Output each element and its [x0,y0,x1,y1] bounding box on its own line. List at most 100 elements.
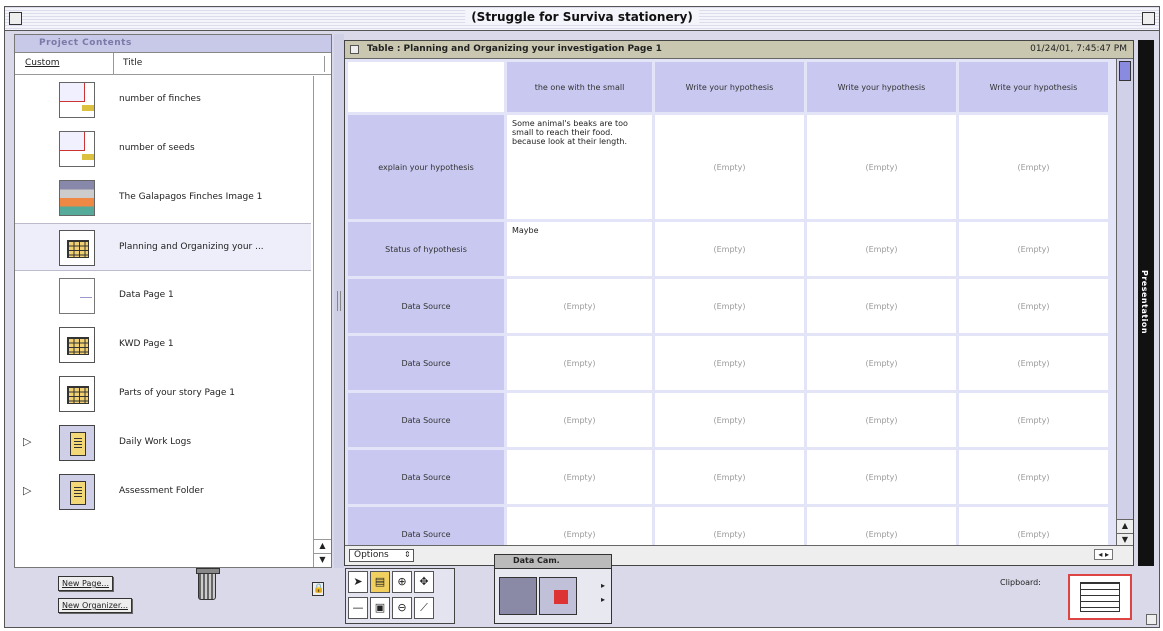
table-cell[interactable]: (Empty) [807,222,956,276]
list-item[interactable]: Parts of your story Page 1 [15,370,311,418]
options-popup[interactable]: Options ⇕ [349,549,414,562]
table-cell[interactable]: (Empty) [507,336,652,390]
new-organizer-button[interactable]: New Organizer... [58,598,133,613]
column-divider [324,56,325,72]
row-header-cell[interactable]: explain your hypothesis [348,115,504,219]
close-box-icon[interactable] [9,12,22,25]
table-cell[interactable]: (Empty) [655,507,804,547]
column-divider [113,53,114,75]
table-cell[interactable]: (Empty) [507,507,652,547]
list-item[interactable]: Data Page 1 [15,272,311,320]
column-header-cell[interactable]: the one with the small [507,62,652,112]
item-label: Daily Work Logs [119,437,192,447]
zoom-out-tool-icon[interactable]: ⊖ [392,597,412,619]
table-cell[interactable]: (Empty) [807,393,956,447]
table-corner-cell [348,62,504,112]
table-cell[interactable]: (Empty) [655,279,804,333]
scroll-down-arrow-icon[interactable]: ▼ [314,553,331,567]
column-header-cell[interactable]: Write your hypothesis [959,62,1108,112]
zoom-box-icon[interactable] [1142,12,1155,25]
list-item[interactable]: number of finches [15,76,311,124]
line-tool-icon[interactable]: — [348,597,368,619]
table-cell[interactable]: (Empty) [507,450,652,504]
title-column-header[interactable]: Title [123,58,142,68]
item-label: Data Page 1 [119,290,174,300]
data-cam-title: Data Cam. [495,555,611,569]
pane-splitter[interactable] [334,34,344,568]
table-cell[interactable]: (Empty) [655,336,804,390]
list-item[interactable]: The Galapagos Finches Image 1 [15,174,311,222]
list-item-selected[interactable]: Planning and Organizing your ... [15,223,311,271]
arrow-pointer-icon[interactable]: ➤ [348,571,368,593]
table-cell[interactable]: (Empty) [807,336,956,390]
table-vertical-scrollbar[interactable]: ▲ ▼ [1116,59,1133,547]
scroll-thumb[interactable] [1119,61,1131,81]
table-cell[interactable]: (Empty) [959,279,1108,333]
table-cell[interactable]: (Empty) [655,450,804,504]
presentation-tab[interactable]: Presentation [1138,40,1154,566]
resize-grip-icon[interactable] [1146,614,1157,625]
row-header-cell[interactable]: Data Source [348,393,504,447]
table-cell[interactable]: (Empty) [959,222,1108,276]
table-cell[interactable]: (Empty) [655,115,804,219]
folder-icon [59,474,95,510]
table-icon [59,376,95,412]
list-item[interactable]: ▷ Assessment Folder [15,468,311,516]
table-cell[interactable]: (Empty) [959,336,1108,390]
move-tool-icon[interactable]: ✥ [414,571,434,593]
item-label: number of finches [119,94,201,104]
folder-icon [59,425,95,461]
row-header-cell[interactable]: Data Source [348,336,504,390]
table-cell[interactable]: (Empty) [807,115,956,219]
disclosure-triangle-icon[interactable]: ▷ [23,484,31,497]
zoom-tool-icon[interactable]: ⊕ [392,571,412,593]
table-cell[interactable]: (Empty) [959,450,1108,504]
row-header-cell[interactable]: Data Source [348,450,504,504]
table-timestamp: 01/24/01, 7:45:47 PM [1030,44,1127,54]
table-cell[interactable]: (Empty) [807,279,956,333]
camera-tool-icon[interactable]: ▣ [370,597,390,619]
palette-arrows-icon[interactable]: ▸ ▸ [601,579,605,607]
options-label: Options [354,550,389,560]
disclosure-triangle-icon[interactable]: ▷ [23,435,31,448]
note-tool-icon[interactable]: ▤ [370,571,390,593]
table-cell[interactable]: Some animal's beaks are too small to rea… [507,115,652,219]
table-pane: Table : Planning and Organizing your inv… [344,40,1134,566]
scroll-up-arrow-icon[interactable]: ▲ [314,539,331,553]
table-cell[interactable]: (Empty) [807,507,956,547]
new-page-button[interactable]: New Page... [58,576,113,591]
table-icon [59,230,95,266]
row-header-cell[interactable]: Data Source [348,279,504,333]
scroll-up-arrow-icon[interactable]: ▲ [1117,519,1133,533]
project-contents-header: Project Contents [15,35,331,53]
table-cell[interactable]: (Empty) [655,393,804,447]
sort-custom-header[interactable]: Custom [25,58,59,68]
graph-tool-icon[interactable]: ⟋ [414,597,434,619]
column-header-cell[interactable]: Write your hypothesis [655,62,804,112]
table-cell[interactable]: (Empty) [807,450,956,504]
list-item[interactable]: ▷ Daily Work Logs [15,419,311,467]
list-item[interactable]: KWD Page 1 [15,321,311,369]
table-cell[interactable]: Maybe [507,222,652,276]
table-cell[interactable]: (Empty) [959,393,1108,447]
clipboard-icon[interactable] [1068,574,1132,620]
capture-icon[interactable] [539,577,577,615]
project-scrollbar[interactable]: ▲ ▼ [313,76,331,567]
horizontal-scroll-arrows-icon[interactable]: ◂ ▸ [1094,549,1113,560]
row-header-cell[interactable]: Status of hypothesis [348,222,504,276]
list-item[interactable]: number of seeds [15,125,311,173]
row-header-cell[interactable]: Data Source [348,507,504,547]
trash-can-icon[interactable] [196,568,220,600]
item-label: Planning and Organizing your ... [119,242,264,252]
table-cell[interactable]: (Empty) [959,115,1108,219]
title-bar[interactable]: (Struggle for Surviva stationery) [5,7,1159,31]
table-close-icon[interactable] [350,45,359,54]
table-cell[interactable]: (Empty) [507,393,652,447]
table-cell[interactable]: (Empty) [507,279,652,333]
table-cell[interactable]: (Empty) [655,222,804,276]
clipboard-label: Clipboard: [1000,578,1041,587]
camera-icon[interactable] [499,577,537,615]
column-header-cell[interactable]: Write your hypothesis [807,62,956,112]
lock-icon[interactable]: 🔒 [312,582,324,596]
table-cell[interactable]: (Empty) [959,507,1108,547]
